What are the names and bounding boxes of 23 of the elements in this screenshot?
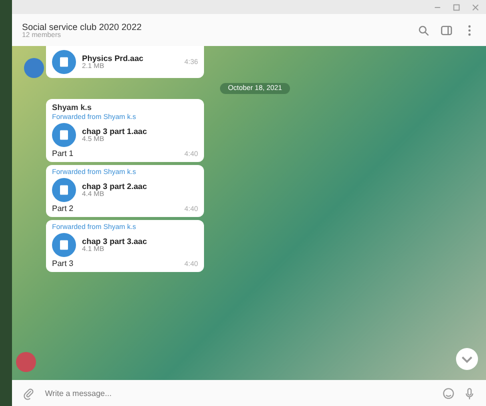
file-name: chap 3 part 3.aac [82,237,148,246]
avatar [16,352,36,372]
sender-name: Shyam k.s [52,103,93,112]
microphone-icon[interactable] [463,386,476,400]
file-name: Physics Prd.aac [82,54,144,63]
message-caption: Part 1 [52,149,74,158]
sidebar-toggle-icon[interactable] [440,24,453,36]
maximize-icon[interactable] [452,2,461,12]
audio-file-icon[interactable] [52,50,76,74]
emoji-icon[interactable] [442,386,455,400]
scroll-down-icon[interactable] [456,348,478,370]
message-caption: Part 3 [52,259,74,268]
file-name: chap 3 part 1.aac [82,127,148,136]
audio-file-icon[interactable] [52,123,76,147]
file-name: chap 3 part 2.aac [82,182,148,191]
chat-title: Social service club 2020 2022 [22,22,143,32]
message-caption: Part 2 [52,204,74,213]
paperclip-icon[interactable] [22,386,35,400]
audio-file-icon[interactable] [52,178,76,202]
avatar [24,58,44,78]
close-icon[interactable] [471,2,480,12]
audio-file-icon[interactable] [52,233,76,257]
search-icon[interactable] [417,24,430,36]
